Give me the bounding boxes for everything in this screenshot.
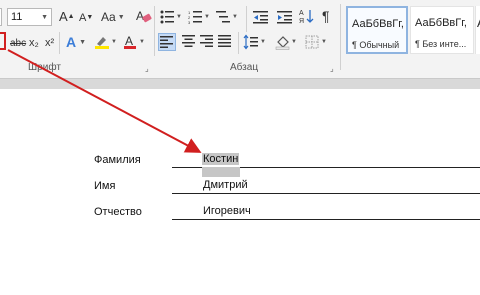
grow-font-label: A	[59, 9, 68, 24]
font-color-swatch	[124, 46, 136, 49]
eraser-icon: A	[136, 9, 152, 23]
align-left-icon	[160, 36, 173, 48]
pilcrow-icon: ¶	[322, 8, 330, 24]
font-size-value: 11	[11, 11, 23, 23]
highlight-swatch	[95, 46, 109, 49]
font-color-icon: A ▼	[124, 34, 145, 49]
svg-text:A: A	[299, 10, 304, 17]
sort-icon: AЯ	[299, 10, 314, 25]
field-underline-name	[172, 193, 480, 194]
sort-button[interactable]: AЯ	[299, 8, 315, 27]
svg-text:▼: ▼	[291, 39, 297, 45]
field-value-patronymic[interactable]: Игоревич	[202, 205, 252, 217]
justify-button[interactable]	[218, 35, 232, 50]
chevron-down-icon: ▼	[41, 14, 48, 21]
superscript-label: x²	[45, 37, 55, 49]
decrease-indent-button[interactable]	[253, 10, 269, 27]
increase-indent-button[interactable]	[277, 10, 293, 27]
align-left-button[interactable]	[158, 33, 176, 51]
align-center-button[interactable]	[182, 35, 196, 50]
svg-text:▼: ▼	[111, 39, 117, 45]
borders-button[interactable]: ▼	[305, 34, 329, 53]
font-dialog-launcher[interactable]: ⌟	[145, 62, 149, 76]
style-normal-name: ¶ Обычный	[352, 40, 400, 50]
strike-label: abc	[10, 38, 27, 49]
svg-text:▼: ▼	[139, 39, 145, 45]
shading-button[interactable]: ▼	[275, 34, 299, 53]
field-label-surname: Фамилия	[94, 154, 141, 166]
subscript-label: x₂	[29, 37, 39, 49]
selection-highlight	[202, 167, 240, 177]
bullet-list-icon: ▼	[160, 10, 182, 24]
clear-formatting-button[interactable]: A	[136, 8, 152, 27]
increase-indent-icon	[277, 11, 292, 24]
numbering-button[interactable]: 1 2 3 ▼	[188, 10, 210, 27]
font-color-button[interactable]: A ▼	[123, 34, 147, 53]
shrink-font-button[interactable]: A▼	[79, 11, 93, 25]
svg-text:A: A	[125, 34, 133, 48]
style-no-spacing[interactable]: АаБбВвГг, ¶ Без инте...	[410, 6, 474, 54]
svg-text:Я: Я	[299, 18, 304, 24]
paragraph-group-label: Абзац	[230, 62, 259, 73]
borders-icon: ▼	[305, 35, 327, 49]
justify-icon	[218, 35, 231, 47]
bullets-button[interactable]: ▼	[160, 10, 182, 27]
line-spacing-button[interactable]: ▼	[243, 34, 267, 53]
field-value-surname[interactable]: Костин	[202, 153, 240, 165]
line-spacing-icon: ▼	[243, 34, 266, 50]
strikethrough-button[interactable]: abc	[10, 37, 26, 51]
style-heading[interactable]: А	[475, 6, 480, 54]
field-underline-patronymic	[172, 219, 480, 220]
field-label-patronymic: Отчество	[94, 206, 142, 218]
svg-text:▼: ▼	[204, 14, 210, 20]
bold-button-highlight[interactable]	[0, 32, 6, 50]
field-label-name: Имя	[94, 180, 116, 192]
svg-text:▼: ▼	[321, 39, 327, 45]
highlighter-icon: ▼	[95, 37, 117, 49]
paragraph-dialog-launcher[interactable]: ⌟	[330, 62, 334, 76]
align-center-icon	[182, 35, 195, 47]
subscript-button[interactable]: x₂	[29, 36, 39, 50]
text-effects-button[interactable]: A ▼	[66, 34, 86, 53]
style-normal-sample: АаБбВвГг,	[352, 18, 404, 30]
style-no-spacing-sample: АаБбВвГг,	[415, 17, 467, 29]
align-right-button[interactable]	[200, 35, 214, 50]
text-effects-icon: A	[66, 34, 77, 50]
decrease-indent-icon	[253, 11, 268, 24]
change-case-button[interactable]: Aa ▼	[101, 10, 125, 27]
svg-text:▼: ▼	[232, 14, 238, 20]
highlight-color-button[interactable]: ▼	[94, 34, 118, 53]
svg-text:3: 3	[188, 20, 191, 24]
document-page[interactable]: Фамилия Костин Имя Дмитрий Отчество Игор…	[0, 89, 480, 295]
svg-text:A: A	[136, 9, 144, 23]
grow-font-button[interactable]: A▲	[59, 10, 75, 24]
align-right-icon	[200, 35, 213, 47]
font-size-dropdown[interactable]: 11 ▼	[7, 8, 52, 26]
superscript-button[interactable]: x²	[45, 36, 54, 50]
multilevel-list-button[interactable]: ▼	[216, 10, 238, 27]
style-normal[interactable]: АаБбВвГг, ¶ Обычный	[346, 6, 408, 54]
svg-text:▼: ▼	[260, 39, 266, 45]
document-area: Фамилия Костин Имя Дмитрий Отчество Игор…	[0, 79, 480, 295]
font-group-label: Шрифт	[28, 62, 61, 73]
svg-text:▼: ▼	[176, 14, 182, 20]
show-marks-button[interactable]: ¶	[322, 9, 330, 23]
numbered-list-icon: 1 2 3 ▼	[188, 10, 210, 25]
change-case-label: Aa	[101, 10, 116, 24]
field-value-name[interactable]: Дмитрий	[202, 179, 249, 191]
paint-bucket-icon: ▼	[275, 36, 297, 50]
font-name-dropdown[interactable]	[0, 8, 2, 26]
style-no-spacing-name: ¶ Без инте...	[415, 39, 467, 49]
ribbon: 11 ▼ A▲ A▼ Aa ▼ A ▼ 1 2 3 ▼ ▼ A Я ¶ abc …	[0, 0, 480, 79]
multilevel-list-icon: ▼	[216, 11, 238, 23]
